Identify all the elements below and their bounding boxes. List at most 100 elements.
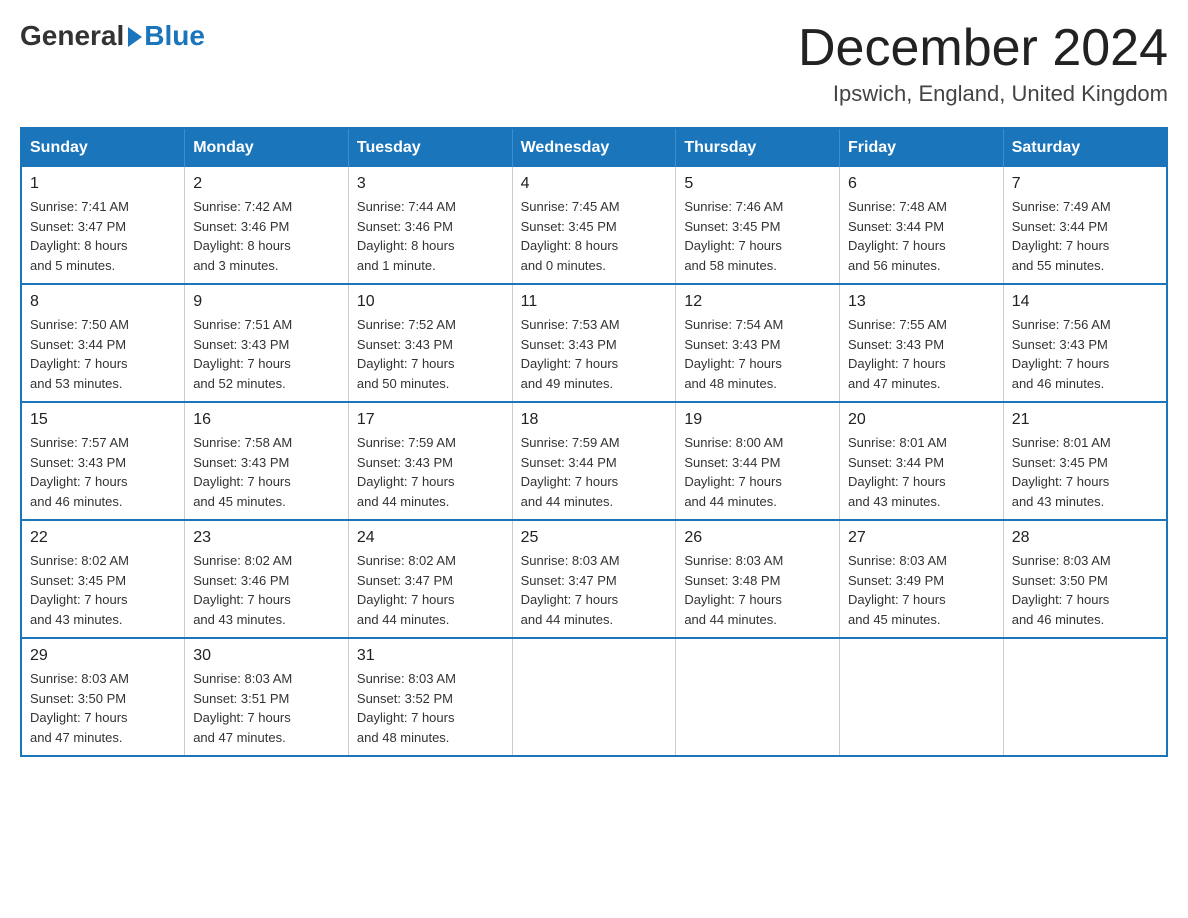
day-number: 17 (357, 411, 504, 429)
calendar-cell: 27 Sunrise: 8:03 AMSunset: 3:49 PMDaylig… (840, 520, 1004, 638)
day-info: Sunrise: 7:59 AMSunset: 3:43 PMDaylight:… (357, 433, 504, 511)
day-info: Sunrise: 7:46 AMSunset: 3:45 PMDaylight:… (684, 197, 831, 275)
day-info: Sunrise: 7:59 AMSunset: 3:44 PMDaylight:… (521, 433, 668, 511)
calendar-cell: 1 Sunrise: 7:41 AMSunset: 3:47 PMDayligh… (21, 167, 185, 284)
calendar-cell: 4 Sunrise: 7:45 AMSunset: 3:45 PMDayligh… (512, 167, 676, 284)
day-number: 5 (684, 175, 831, 193)
day-info: Sunrise: 8:03 AMSunset: 3:51 PMDaylight:… (193, 669, 340, 747)
calendar-cell: 17 Sunrise: 7:59 AMSunset: 3:43 PMDaylig… (348, 402, 512, 520)
calendar-cell: 8 Sunrise: 7:50 AMSunset: 3:44 PMDayligh… (21, 284, 185, 402)
day-number: 8 (30, 293, 176, 311)
calendar-cell (512, 638, 676, 756)
calendar-cell: 13 Sunrise: 7:55 AMSunset: 3:43 PMDaylig… (840, 284, 1004, 402)
day-number: 15 (30, 411, 176, 429)
calendar-cell: 5 Sunrise: 7:46 AMSunset: 3:45 PMDayligh… (676, 167, 840, 284)
day-info: Sunrise: 7:50 AMSunset: 3:44 PMDaylight:… (30, 315, 176, 393)
col-thursday: Thursday (676, 128, 840, 167)
day-info: Sunrise: 8:01 AMSunset: 3:45 PMDaylight:… (1012, 433, 1158, 511)
title-section: December 2024 Ipswich, England, United K… (798, 20, 1168, 107)
calendar-cell: 26 Sunrise: 8:03 AMSunset: 3:48 PMDaylig… (676, 520, 840, 638)
calendar-table: Sunday Monday Tuesday Wednesday Thursday… (20, 127, 1168, 757)
day-number: 21 (1012, 411, 1158, 429)
calendar-week-row: 22 Sunrise: 8:02 AMSunset: 3:45 PMDaylig… (21, 520, 1167, 638)
day-info: Sunrise: 7:41 AMSunset: 3:47 PMDaylight:… (30, 197, 176, 275)
day-info: Sunrise: 7:49 AMSunset: 3:44 PMDaylight:… (1012, 197, 1158, 275)
calendar-cell: 18 Sunrise: 7:59 AMSunset: 3:44 PMDaylig… (512, 402, 676, 520)
calendar-cell: 30 Sunrise: 8:03 AMSunset: 3:51 PMDaylig… (185, 638, 349, 756)
day-number: 11 (521, 293, 668, 311)
calendar-cell: 2 Sunrise: 7:42 AMSunset: 3:46 PMDayligh… (185, 167, 349, 284)
day-info: Sunrise: 7:54 AMSunset: 3:43 PMDaylight:… (684, 315, 831, 393)
day-info: Sunrise: 8:02 AMSunset: 3:46 PMDaylight:… (193, 551, 340, 629)
day-number: 6 (848, 175, 995, 193)
day-number: 14 (1012, 293, 1158, 311)
day-info: Sunrise: 8:03 AMSunset: 3:52 PMDaylight:… (357, 669, 504, 747)
day-info: Sunrise: 7:55 AMSunset: 3:43 PMDaylight:… (848, 315, 995, 393)
col-wednesday: Wednesday (512, 128, 676, 167)
day-info: Sunrise: 8:02 AMSunset: 3:47 PMDaylight:… (357, 551, 504, 629)
calendar-cell: 6 Sunrise: 7:48 AMSunset: 3:44 PMDayligh… (840, 167, 1004, 284)
calendar-cell: 16 Sunrise: 7:58 AMSunset: 3:43 PMDaylig… (185, 402, 349, 520)
day-number: 9 (193, 293, 340, 311)
day-number: 3 (357, 175, 504, 193)
calendar-cell: 9 Sunrise: 7:51 AMSunset: 3:43 PMDayligh… (185, 284, 349, 402)
day-number: 12 (684, 293, 831, 311)
day-info: Sunrise: 7:51 AMSunset: 3:43 PMDaylight:… (193, 315, 340, 393)
logo: General Blue (20, 20, 205, 52)
day-info: Sunrise: 7:53 AMSunset: 3:43 PMDaylight:… (521, 315, 668, 393)
day-info: Sunrise: 7:48 AMSunset: 3:44 PMDaylight:… (848, 197, 995, 275)
day-info: Sunrise: 7:57 AMSunset: 3:43 PMDaylight:… (30, 433, 176, 511)
day-number: 23 (193, 529, 340, 547)
day-info: Sunrise: 7:52 AMSunset: 3:43 PMDaylight:… (357, 315, 504, 393)
calendar-cell: 7 Sunrise: 7:49 AMSunset: 3:44 PMDayligh… (1003, 167, 1167, 284)
day-number: 28 (1012, 529, 1158, 547)
day-number: 26 (684, 529, 831, 547)
day-number: 20 (848, 411, 995, 429)
calendar-cell: 29 Sunrise: 8:03 AMSunset: 3:50 PMDaylig… (21, 638, 185, 756)
calendar-cell (840, 638, 1004, 756)
calendar-week-row: 15 Sunrise: 7:57 AMSunset: 3:43 PMDaylig… (21, 402, 1167, 520)
day-number: 19 (684, 411, 831, 429)
day-info: Sunrise: 8:03 AMSunset: 3:50 PMDaylight:… (30, 669, 176, 747)
day-info: Sunrise: 7:58 AMSunset: 3:43 PMDaylight:… (193, 433, 340, 511)
calendar-cell: 22 Sunrise: 8:02 AMSunset: 3:45 PMDaylig… (21, 520, 185, 638)
calendar-cell: 23 Sunrise: 8:02 AMSunset: 3:46 PMDaylig… (185, 520, 349, 638)
day-number: 7 (1012, 175, 1158, 193)
logo-blue-text: Blue (144, 20, 205, 52)
day-info: Sunrise: 8:03 AMSunset: 3:49 PMDaylight:… (848, 551, 995, 629)
day-info: Sunrise: 8:01 AMSunset: 3:44 PMDaylight:… (848, 433, 995, 511)
logo-general-text: General (20, 20, 124, 52)
day-number: 16 (193, 411, 340, 429)
col-tuesday: Tuesday (348, 128, 512, 167)
day-number: 2 (193, 175, 340, 193)
day-number: 10 (357, 293, 504, 311)
col-friday: Friday (840, 128, 1004, 167)
calendar-header-row: Sunday Monday Tuesday Wednesday Thursday… (21, 128, 1167, 167)
calendar-cell: 3 Sunrise: 7:44 AMSunset: 3:46 PMDayligh… (348, 167, 512, 284)
calendar-cell (676, 638, 840, 756)
day-number: 18 (521, 411, 668, 429)
logo-triangle-icon (128, 27, 142, 47)
calendar-week-row: 8 Sunrise: 7:50 AMSunset: 3:44 PMDayligh… (21, 284, 1167, 402)
col-sunday: Sunday (21, 128, 185, 167)
calendar-cell: 15 Sunrise: 7:57 AMSunset: 3:43 PMDaylig… (21, 402, 185, 520)
calendar-cell: 11 Sunrise: 7:53 AMSunset: 3:43 PMDaylig… (512, 284, 676, 402)
calendar-cell: 10 Sunrise: 7:52 AMSunset: 3:43 PMDaylig… (348, 284, 512, 402)
day-info: Sunrise: 8:03 AMSunset: 3:50 PMDaylight:… (1012, 551, 1158, 629)
page-header: General Blue December 2024 Ipswich, Engl… (20, 20, 1168, 107)
calendar-cell: 21 Sunrise: 8:01 AMSunset: 3:45 PMDaylig… (1003, 402, 1167, 520)
day-number: 30 (193, 647, 340, 665)
day-info: Sunrise: 8:03 AMSunset: 3:48 PMDaylight:… (684, 551, 831, 629)
calendar-cell: 31 Sunrise: 8:03 AMSunset: 3:52 PMDaylig… (348, 638, 512, 756)
month-year-title: December 2024 (798, 20, 1168, 77)
day-info: Sunrise: 8:03 AMSunset: 3:47 PMDaylight:… (521, 551, 668, 629)
day-number: 27 (848, 529, 995, 547)
col-monday: Monday (185, 128, 349, 167)
calendar-cell: 28 Sunrise: 8:03 AMSunset: 3:50 PMDaylig… (1003, 520, 1167, 638)
calendar-cell: 20 Sunrise: 8:01 AMSunset: 3:44 PMDaylig… (840, 402, 1004, 520)
day-number: 31 (357, 647, 504, 665)
calendar-cell (1003, 638, 1167, 756)
calendar-cell: 12 Sunrise: 7:54 AMSunset: 3:43 PMDaylig… (676, 284, 840, 402)
calendar-cell: 19 Sunrise: 8:00 AMSunset: 3:44 PMDaylig… (676, 402, 840, 520)
location-subtitle: Ipswich, England, United Kingdom (798, 81, 1168, 107)
